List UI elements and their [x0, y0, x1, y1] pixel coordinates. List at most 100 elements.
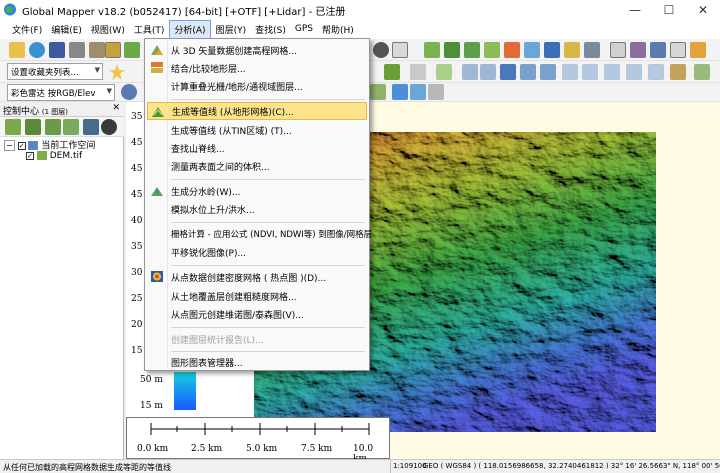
legend-label: 45: [131, 138, 143, 148]
connect-icon[interactable]: [500, 64, 516, 80]
menu-item-density-grid[interactable]: 从点数据创建密度网格 ( 热点图 )(D)...: [147, 268, 367, 286]
move-icon[interactable]: [462, 64, 478, 80]
close-panel-icon[interactable]: ✕: [112, 103, 120, 113]
add-layer-icon[interactable]: [25, 119, 41, 135]
menu-analysis[interactable]: 分析(A): [169, 19, 211, 39]
export-icon[interactable]: [69, 42, 85, 58]
layer-tree-item[interactable]: ✓ DEM.tif: [26, 151, 82, 161]
root-checkbox[interactable]: ✓: [17, 141, 26, 150]
polyline-icon[interactable]: [582, 64, 598, 80]
ruler-icon[interactable]: [670, 64, 686, 80]
search-tool-icon[interactable]: [428, 84, 444, 100]
legend-label-50m: 50 m: [140, 375, 163, 385]
tools-icon[interactable]: [584, 42, 600, 58]
open-folder-icon[interactable]: [9, 42, 25, 58]
menu-item-3d-to-grid[interactable]: 从 3D 矢量数据创建高程网格...: [147, 41, 367, 59]
menu-item-raster-calc[interactable]: 栅格计算 - 应用公式 (NDVI, NDWI等) 到图像/网格层: [147, 225, 372, 243]
maximize-button[interactable]: ☐: [652, 0, 686, 19]
line-icon[interactable]: [562, 64, 578, 80]
close-button[interactable]: ✕: [686, 0, 720, 19]
menu-file[interactable]: 文件(F): [8, 21, 46, 38]
peak-icon[interactable]: [444, 42, 460, 58]
menu-help[interactable]: 帮助(H): [318, 21, 358, 38]
info-icon[interactable]: [373, 42, 389, 58]
menu-item-generate-contours-grid[interactable]: 生成等值线 (从地形网格)(C)...: [147, 102, 367, 120]
flood-icon[interactable]: [410, 84, 426, 100]
layer-tree-root[interactable]: − ✓ 当前工作空间: [4, 138, 95, 151]
menu-item-chart-manager[interactable]: 图形图表管理器...: [147, 353, 367, 371]
menu-item-watershed[interactable]: 生成分水岭(W)...: [147, 182, 367, 200]
zoom-layer-icon[interactable]: [5, 119, 21, 135]
map-layout-icon[interactable]: [630, 42, 646, 58]
menu-item-find-ridge[interactable]: 查找山脊线...: [147, 139, 367, 157]
watershed-icon: [150, 184, 164, 197]
menu-search[interactable]: 查找(S): [251, 21, 290, 38]
globe-icon[interactable]: [29, 42, 45, 58]
menu-item-combine-terrain[interactable]: 结合/比较地形层...: [147, 59, 367, 77]
menu-item-voronoi[interactable]: 从点图元创建维诺图/泰森图(V)...: [147, 305, 367, 323]
menu-item-label: 从点图元创建维诺图/泰森图(V)...: [171, 310, 304, 321]
favorites-combo[interactable]: 设置收藏夹列表... ▼: [7, 63, 103, 80]
profile-icon[interactable]: [464, 42, 480, 58]
star-icon[interactable]: [109, 64, 125, 80]
feature-info-icon[interactable]: [370, 84, 386, 100]
minimize-button[interactable]: —: [618, 0, 652, 19]
menu-item-label: 计算重叠光栅/地形/通视域图层...: [171, 82, 303, 93]
layer-options-icon[interactable]: [63, 119, 79, 135]
menu-item-label: 从 3D 矢量数据创建高程网格...: [171, 46, 297, 57]
pan-icon[interactable]: [520, 64, 536, 80]
menu-item-pan-sharpen[interactable]: 平移锐化图像(P)...: [147, 243, 367, 261]
draw-area-icon[interactable]: [384, 64, 400, 80]
menu-item-flood[interactable]: 模拟水位上升/洪水...: [147, 200, 367, 218]
contour-tool-icon[interactable]: [424, 42, 440, 58]
menu-item-overlay-calc[interactable]: 计算重叠光栅/地形/通视域图层...: [147, 77, 367, 95]
scale-label: 5.0 km: [246, 444, 278, 454]
menu-item-label: 测量两表面之间的体积...: [171, 162, 270, 173]
shader-combo[interactable]: 彩色雷达 按RGB/Elev ▼: [7, 84, 115, 101]
3d-view-icon[interactable]: [504, 42, 520, 58]
menu-layer[interactable]: 图层(Y): [212, 21, 251, 38]
hillshade-icon[interactable]: [524, 42, 540, 58]
window-icon[interactable]: [610, 42, 626, 58]
control-center-header: 控制中心 (1 图层) ✕: [0, 102, 124, 117]
config-icon[interactable]: [89, 42, 105, 58]
water-drop-icon[interactable]: [392, 84, 408, 100]
menu-item-roughness-grid[interactable]: 从土地覆盖层创建粗糙度网格...: [147, 287, 367, 305]
measure-icon[interactable]: [648, 64, 664, 80]
tile-icon[interactable]: [690, 42, 706, 58]
join-icon[interactable]: [626, 64, 642, 80]
water-icon[interactable]: [544, 42, 560, 58]
vertex-tool-icon[interactable]: [694, 64, 710, 80]
status-scale: 1:109100: [393, 462, 427, 470]
settings-gear-icon[interactable]: [121, 84, 137, 100]
menu-bar: 文件(F) 编辑(E) 视图(W) 工具(T) 分析(A) 图层(Y) 查找(S…: [0, 19, 720, 39]
menu-item-measure-volume[interactable]: 测量两表面之间的体积...: [147, 157, 367, 175]
slope-icon[interactable]: [484, 42, 500, 58]
layer-checkbox[interactable]: ✓: [26, 151, 34, 160]
edit-vertex-icon[interactable]: [410, 64, 426, 80]
select-icon[interactable]: [392, 42, 408, 58]
pen-icon[interactable]: [436, 64, 452, 80]
menu-gps[interactable]: GPS: [291, 22, 317, 36]
image-icon[interactable]: [564, 42, 580, 58]
visibility-eye-icon[interactable]: [101, 119, 117, 135]
rotate-icon[interactable]: [480, 64, 496, 80]
grid-view-icon[interactable]: [650, 42, 666, 58]
menu-item-generate-contours-tin[interactable]: 生成等值线 (从TIN区域) (T)...: [147, 121, 367, 139]
table-icon[interactable]: [670, 42, 686, 58]
remove-layer-icon[interactable]: [45, 119, 61, 135]
save-icon[interactable]: [49, 42, 65, 58]
cross-icon[interactable]: [540, 64, 556, 80]
layer-icon[interactable]: [105, 42, 121, 58]
metadata-icon[interactable]: [83, 119, 99, 135]
terrain-icon[interactable]: [124, 42, 140, 58]
menu-item-label: 从土地覆盖层创建粗糙度网格...: [171, 292, 297, 303]
menu-view[interactable]: 视图(W): [87, 21, 129, 38]
favorites-combo-label: 设置收藏夹列表...: [11, 68, 79, 78]
menu-edit[interactable]: 编辑(E): [47, 21, 86, 38]
collapse-icon[interactable]: −: [4, 140, 15, 151]
scale-bar: 0.0 km 2.5 km 5.0 km 7.5 km 10.0 km: [126, 417, 390, 464]
menu-tools[interactable]: 工具(T): [130, 21, 169, 38]
split-icon[interactable]: [604, 64, 620, 80]
legend-label-15m: 15 m: [140, 401, 163, 411]
